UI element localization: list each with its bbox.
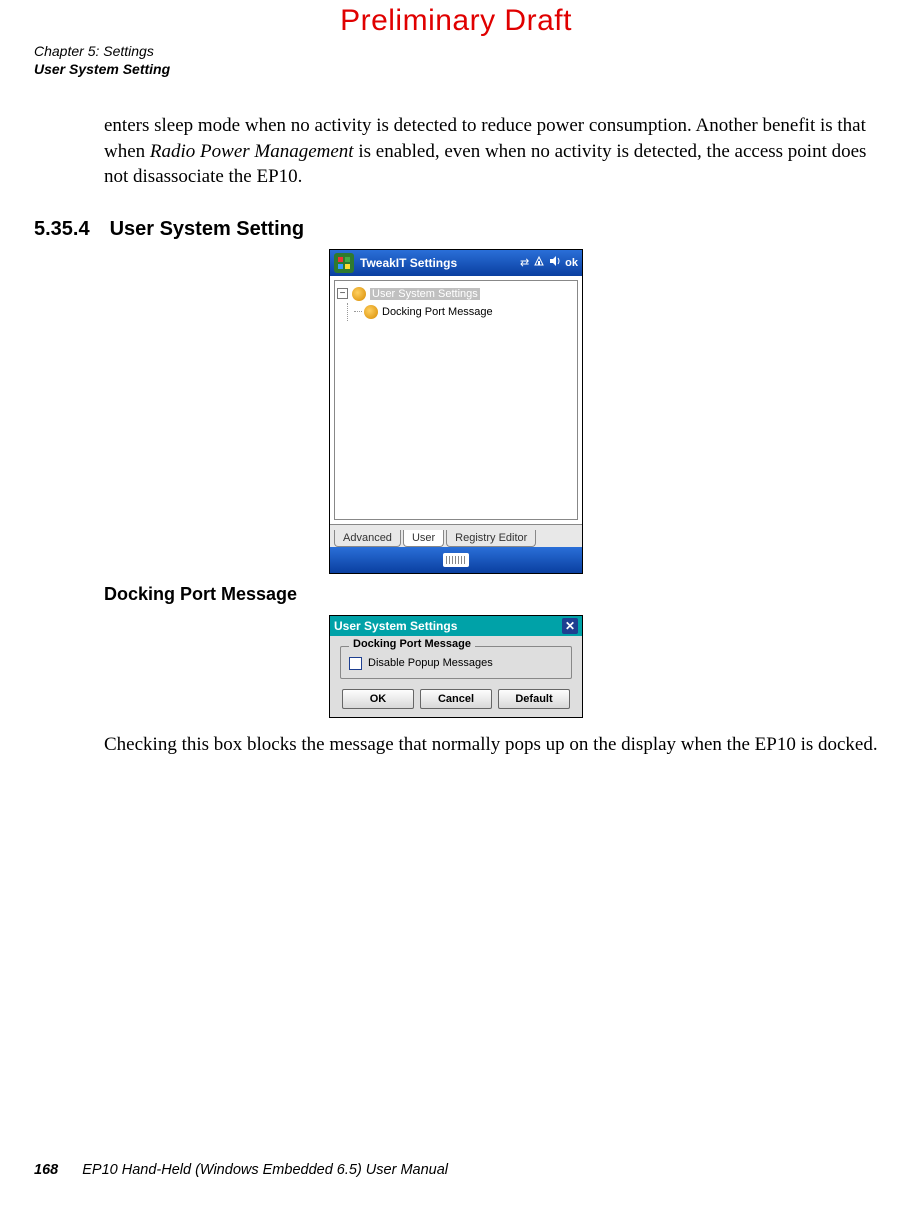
tabstrip: Advanced User Registry Editor: [330, 524, 582, 547]
signal-icon[interactable]: [533, 255, 545, 270]
connection-icon[interactable]: ⇄: [520, 256, 529, 269]
tweakit-window-title: TweakIT Settings: [360, 256, 457, 270]
tree-gear-icon: [364, 305, 378, 319]
checkbox-row[interactable]: Disable Popup Messages: [349, 657, 563, 670]
close-icon[interactable]: ✕: [562, 618, 578, 634]
section-title: User System Setting: [110, 218, 305, 240]
watermark-text: Preliminary Draft: [0, 4, 912, 38]
volume-icon[interactable]: [549, 255, 561, 270]
page-footer: 168 EP10 Hand-Held (Windows Embedded 6.5…: [34, 1162, 448, 1178]
dialog-title: User System Settings: [334, 619, 457, 633]
tree-child-row[interactable]: Docking Port Message: [354, 303, 575, 321]
section-number: 5.35.4: [34, 218, 104, 241]
manual-title: EP10 Hand-Held (Windows Embedded 6.5) Us…: [82, 1162, 448, 1178]
dialog-titlebar: User System Settings ✕: [330, 616, 582, 636]
tree-root-row[interactable]: − User System Settings: [337, 285, 575, 303]
closing-paragraph: Checking this box blocks the message tha…: [104, 732, 878, 758]
tab-registry-editor[interactable]: Registry Editor: [446, 530, 536, 547]
disable-popup-checkbox[interactable]: [349, 657, 362, 670]
ok-button[interactable]: ok: [565, 257, 578, 269]
group-title: Docking Port Message: [349, 638, 475, 650]
intro-paragraph: enters sleep mode when no activity is de…: [104, 113, 878, 190]
section-heading: 5.35.4 User System Setting: [34, 218, 878, 241]
start-icon[interactable]: [334, 253, 354, 273]
bottom-bar: [330, 547, 582, 573]
intro-italic: Radio Power Management: [150, 141, 354, 162]
tree-root-label[interactable]: User System Settings: [370, 288, 480, 300]
subheading-docking-port: Docking Port Message: [104, 584, 878, 605]
page-header: Chapter 5: Settings User System Setting: [34, 42, 170, 78]
tab-advanced[interactable]: Advanced: [334, 530, 401, 547]
tree-gear-icon: [352, 287, 366, 301]
cancel-button[interactable]: Cancel: [420, 689, 492, 709]
tab-user[interactable]: User: [403, 530, 444, 547]
ok-button[interactable]: OK: [342, 689, 414, 709]
page-number: 168: [34, 1162, 58, 1178]
tree-view[interactable]: − User System Settings Docking Port Mess…: [334, 280, 578, 520]
tweakit-titlebar: TweakIT Settings ⇄ ok: [330, 250, 582, 276]
tree-child-label[interactable]: Docking Port Message: [382, 306, 493, 318]
docking-port-group: Docking Port Message Disable Popup Messa…: [340, 646, 572, 679]
user-system-settings-dialog: User System Settings ✕ Docking Port Mess…: [329, 615, 583, 718]
keyboard-icon[interactable]: [443, 553, 469, 567]
header-chapter: Chapter 5: Settings: [34, 42, 170, 60]
checkbox-label: Disable Popup Messages: [368, 657, 493, 669]
default-button[interactable]: Default: [498, 689, 570, 709]
tweakit-screenshot: TweakIT Settings ⇄ ok − User System Sett…: [329, 249, 583, 574]
tree-collapse-icon[interactable]: −: [337, 288, 348, 299]
header-section: User System Setting: [34, 60, 170, 78]
